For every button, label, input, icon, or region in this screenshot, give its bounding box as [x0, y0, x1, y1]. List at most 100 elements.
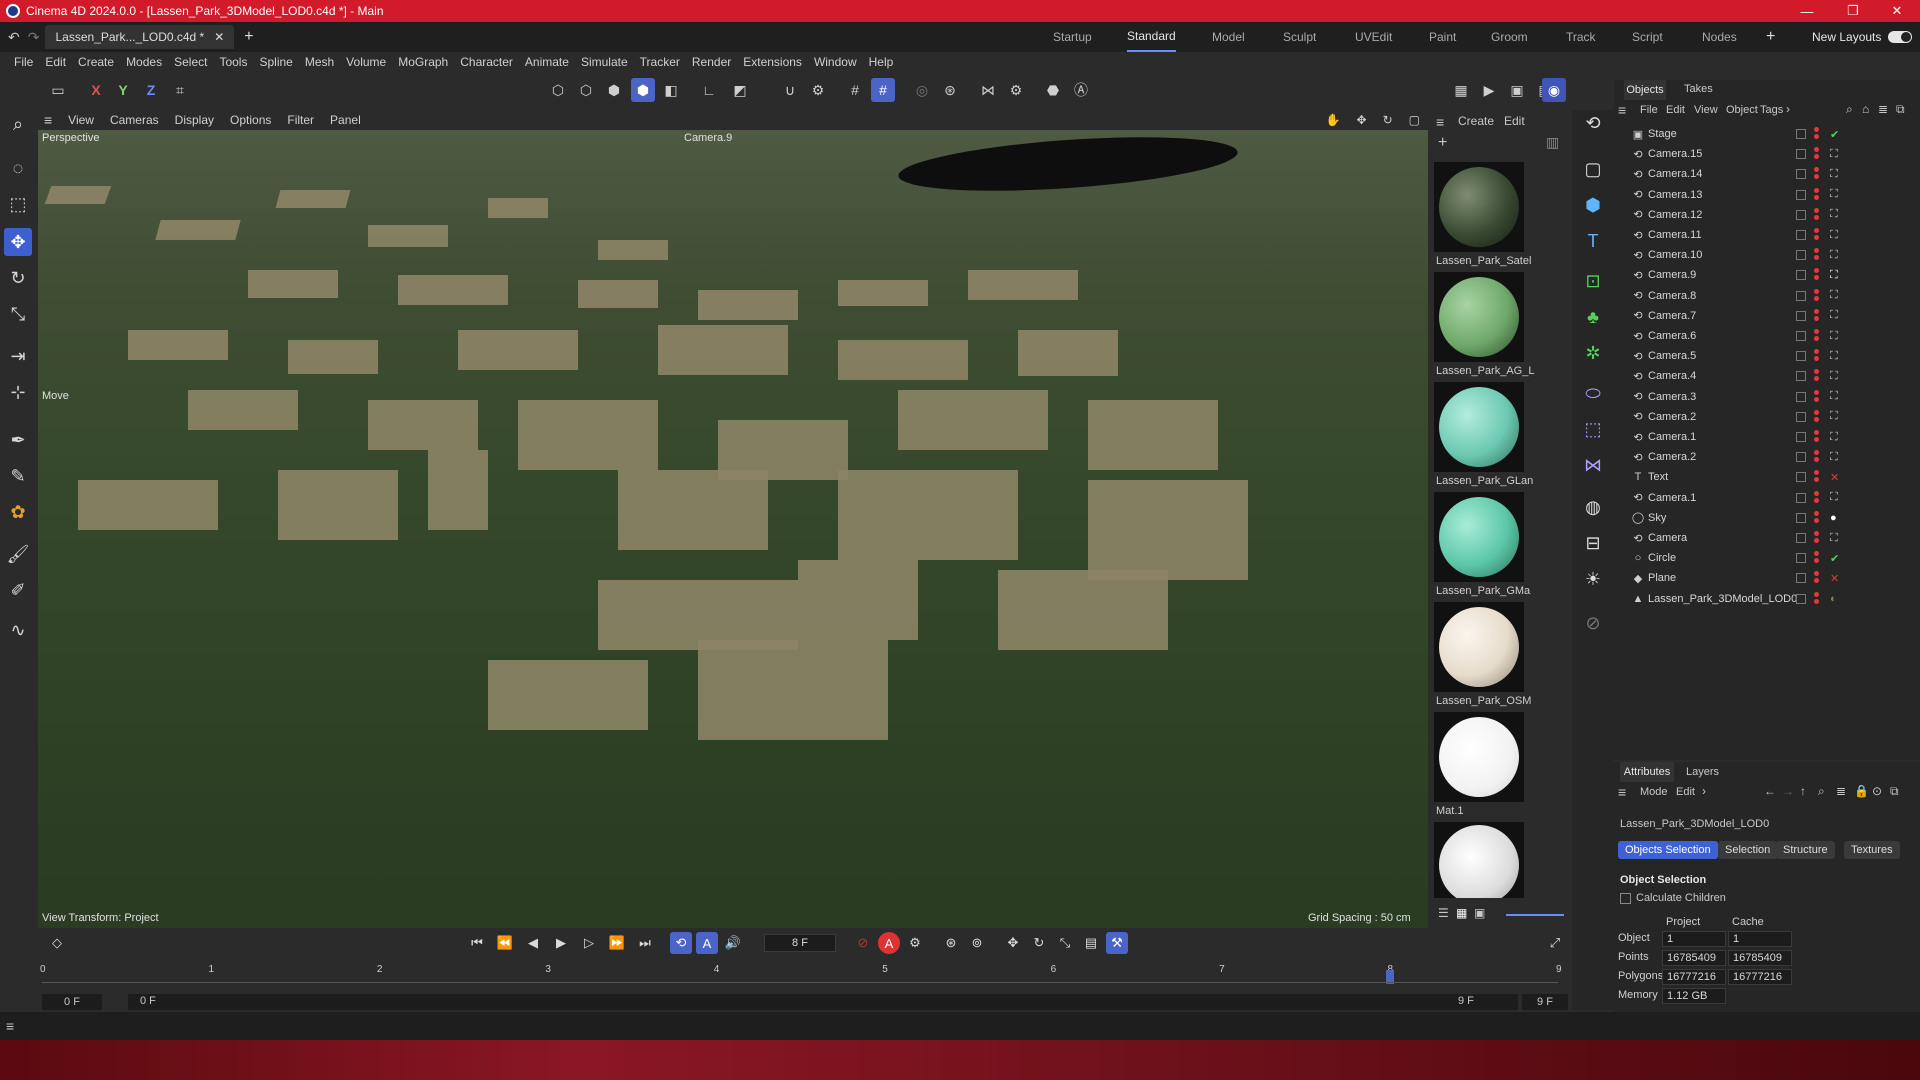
- tag-target-active-icon[interactable]: ⛶: [1830, 269, 1838, 282]
- visibility-dots-icon[interactable]: [1812, 510, 1820, 525]
- objects-menu-file[interactable]: File: [1640, 104, 1658, 116]
- viewport-pan-icon[interactable]: ✋: [1318, 113, 1349, 127]
- polygons-mode-icon[interactable]: ⬢: [602, 78, 626, 102]
- objects-home-icon[interactable]: ⌂: [1862, 102, 1869, 116]
- visibility-dots-icon[interactable]: [1812, 470, 1820, 484]
- add-layout-icon[interactable]: +: [1766, 22, 1775, 52]
- tag-target-icon[interactable]: ⛶: [1830, 491, 1838, 504]
- visibility-dots-icon[interactable]: [1812, 430, 1820, 444]
- layer-checkbox[interactable]: [1796, 129, 1806, 139]
- attributes-new-window-icon[interactable]: ⧉: [1890, 784, 1899, 799]
- edges-mode-icon[interactable]: ⬡: [574, 78, 598, 102]
- tag-white-ball-icon[interactable]: ●: [1830, 512, 1837, 524]
- layout-tab-script[interactable]: Script: [1632, 22, 1663, 52]
- visibility-dots-icon[interactable]: [1812, 531, 1820, 545]
- model-tools-icon[interactable]: ⊹: [4, 378, 32, 406]
- layer-checkbox[interactable]: [1796, 553, 1806, 564]
- tag-target-icon[interactable]: ⛶: [1830, 330, 1838, 343]
- layout-tab-model[interactable]: Model: [1212, 22, 1245, 52]
- new-tab-icon[interactable]: +: [244, 28, 253, 46]
- new-layouts-label[interactable]: New Layouts: [1812, 22, 1881, 52]
- object-row[interactable]: ⟲ Camera.1 ⛶: [1614, 427, 1920, 447]
- up-arrow-icon[interactable]: ↑: [1800, 784, 1806, 798]
- tag-target-icon[interactable]: ⛶: [1830, 208, 1838, 221]
- takes-tab[interactable]: Takes: [1684, 83, 1713, 95]
- render-region-icon[interactable]: ◎: [910, 78, 934, 102]
- menu-select[interactable]: Select: [168, 55, 213, 69]
- workplane-snap-icon[interactable]: #: [871, 78, 895, 102]
- material-swatch-satel[interactable]: [1434, 162, 1524, 252]
- object-row[interactable]: ⟲ Camera.2 ⛶: [1614, 447, 1920, 467]
- layer-checkbox[interactable]: [1796, 149, 1806, 160]
- grid-view-icon[interactable]: ▦: [1456, 906, 1467, 920]
- delete-material-icon[interactable]: ▥: [1546, 134, 1559, 151]
- layer-checkbox[interactable]: [1796, 411, 1806, 422]
- attributes-menu-mode[interactable]: Mode: [1640, 786, 1668, 798]
- material-zoom-slider[interactable]: [1506, 914, 1564, 916]
- layer-checkbox[interactable]: [1796, 472, 1806, 483]
- deformer-icon[interactable]: ✲: [1580, 340, 1606, 366]
- close-tab-icon[interactable]: ✕: [214, 30, 224, 44]
- material-menu-create[interactable]: Create: [1458, 114, 1494, 128]
- scene-nodes-icon[interactable]: ⋈: [1580, 452, 1606, 478]
- uv-mode-icon[interactable]: ◧: [659, 78, 683, 102]
- visibility-dots-icon[interactable]: [1812, 551, 1820, 565]
- render-to-picture-viewer-icon[interactable]: ▣: [1505, 78, 1529, 102]
- objects-hamburger-icon[interactable]: ≡: [1618, 102, 1626, 118]
- visibility-dots-icon[interactable]: [1812, 389, 1820, 404]
- viewport-menu-cameras[interactable]: Cameras: [102, 113, 167, 127]
- visibility-dots-icon[interactable]: [1812, 490, 1820, 505]
- tag-target-icon[interactable]: ⛶: [1830, 532, 1838, 545]
- maximize-button[interactable]: ❐: [1830, 0, 1876, 22]
- menu-extensions[interactable]: Extensions: [737, 55, 808, 69]
- layer-checkbox[interactable]: [1796, 189, 1806, 200]
- timeline-ruler[interactable]: 0123456789: [36, 930, 1570, 990]
- object-row[interactable]: ⟲ Camera.9 ⛶: [1614, 265, 1920, 285]
- menu-simulate[interactable]: Simulate: [575, 55, 634, 69]
- attributes-search-icon[interactable]: ⌕: [1818, 784, 1825, 799]
- visibility-dots-icon[interactable]: [1812, 571, 1820, 585]
- visibility-dots-icon[interactable]: [1812, 248, 1820, 262]
- symmetry-icon[interactable]: ⋈: [976, 78, 1000, 102]
- object-row[interactable]: ⟲ Camera.2 ⛶: [1614, 407, 1920, 427]
- environment-icon[interactable]: ◍: [1580, 494, 1606, 520]
- menu-file[interactable]: File: [8, 55, 39, 69]
- visibility-dots-icon[interactable]: [1812, 228, 1820, 242]
- object-row[interactable]: ◆ Plane ✕: [1614, 568, 1920, 588]
- tag-check-icon[interactable]: ✔: [1830, 552, 1839, 565]
- menu-character[interactable]: Character: [454, 55, 519, 69]
- text-spline-icon[interactable]: T: [1580, 228, 1606, 254]
- tag-target-icon[interactable]: ⛶: [1830, 451, 1838, 464]
- viewport-menu-view[interactable]: View: [60, 113, 102, 127]
- viewport-menu-filter[interactable]: Filter: [279, 113, 322, 127]
- layer-checkbox[interactable]: [1796, 351, 1806, 362]
- layer-checkbox[interactable]: [1796, 230, 1806, 240]
- menu-mograph[interactable]: MoGraph: [392, 55, 454, 69]
- render-view-icon[interactable]: ▦: [1449, 78, 1473, 102]
- menu-create[interactable]: Create: [72, 55, 120, 69]
- visibility-dots-icon[interactable]: [1812, 409, 1820, 424]
- calculate-children-checkbox[interactable]: [1620, 893, 1631, 904]
- material-swatch-mat1[interactable]: [1434, 712, 1524, 802]
- object-row[interactable]: ⟲ Camera.8 ⛶: [1614, 286, 1920, 306]
- layer-checkbox[interactable]: [1796, 371, 1806, 382]
- tag-target-icon[interactable]: ⛶: [1830, 350, 1838, 363]
- menu-render[interactable]: Render: [686, 55, 737, 69]
- menu-help[interactable]: Help: [863, 55, 900, 69]
- frame-range-bar[interactable]: [128, 994, 1518, 1010]
- generator-icon[interactable]: ⊡: [1580, 268, 1606, 294]
- field-icon[interactable]: ⬭: [1580, 380, 1606, 406]
- tag-target-icon[interactable]: ⛶: [1830, 309, 1838, 322]
- object-row[interactable]: ◯ Sky ●: [1614, 508, 1920, 528]
- tag-target-icon[interactable]: ⛶: [1830, 431, 1838, 444]
- end-frame-field[interactable]: 9 F: [1522, 994, 1568, 1010]
- cube-primitive-icon[interactable]: ⬢: [1580, 192, 1606, 218]
- object-row[interactable]: ▣ Stage ✔: [1614, 124, 1920, 144]
- object-row[interactable]: ⟲ Camera.14 ⛶: [1614, 164, 1920, 184]
- object-row[interactable]: ⟲ Camera.7 ⛶: [1614, 306, 1920, 326]
- objects-selection-tab[interactable]: Objects Selection: [1618, 841, 1718, 859]
- add-material-icon[interactable]: +: [1438, 134, 1447, 152]
- layout-tab-nodes[interactable]: Nodes: [1702, 22, 1737, 52]
- volume-icon[interactable]: ⬚: [1580, 416, 1606, 442]
- tag-target-icon[interactable]: ⛶: [1830, 390, 1838, 403]
